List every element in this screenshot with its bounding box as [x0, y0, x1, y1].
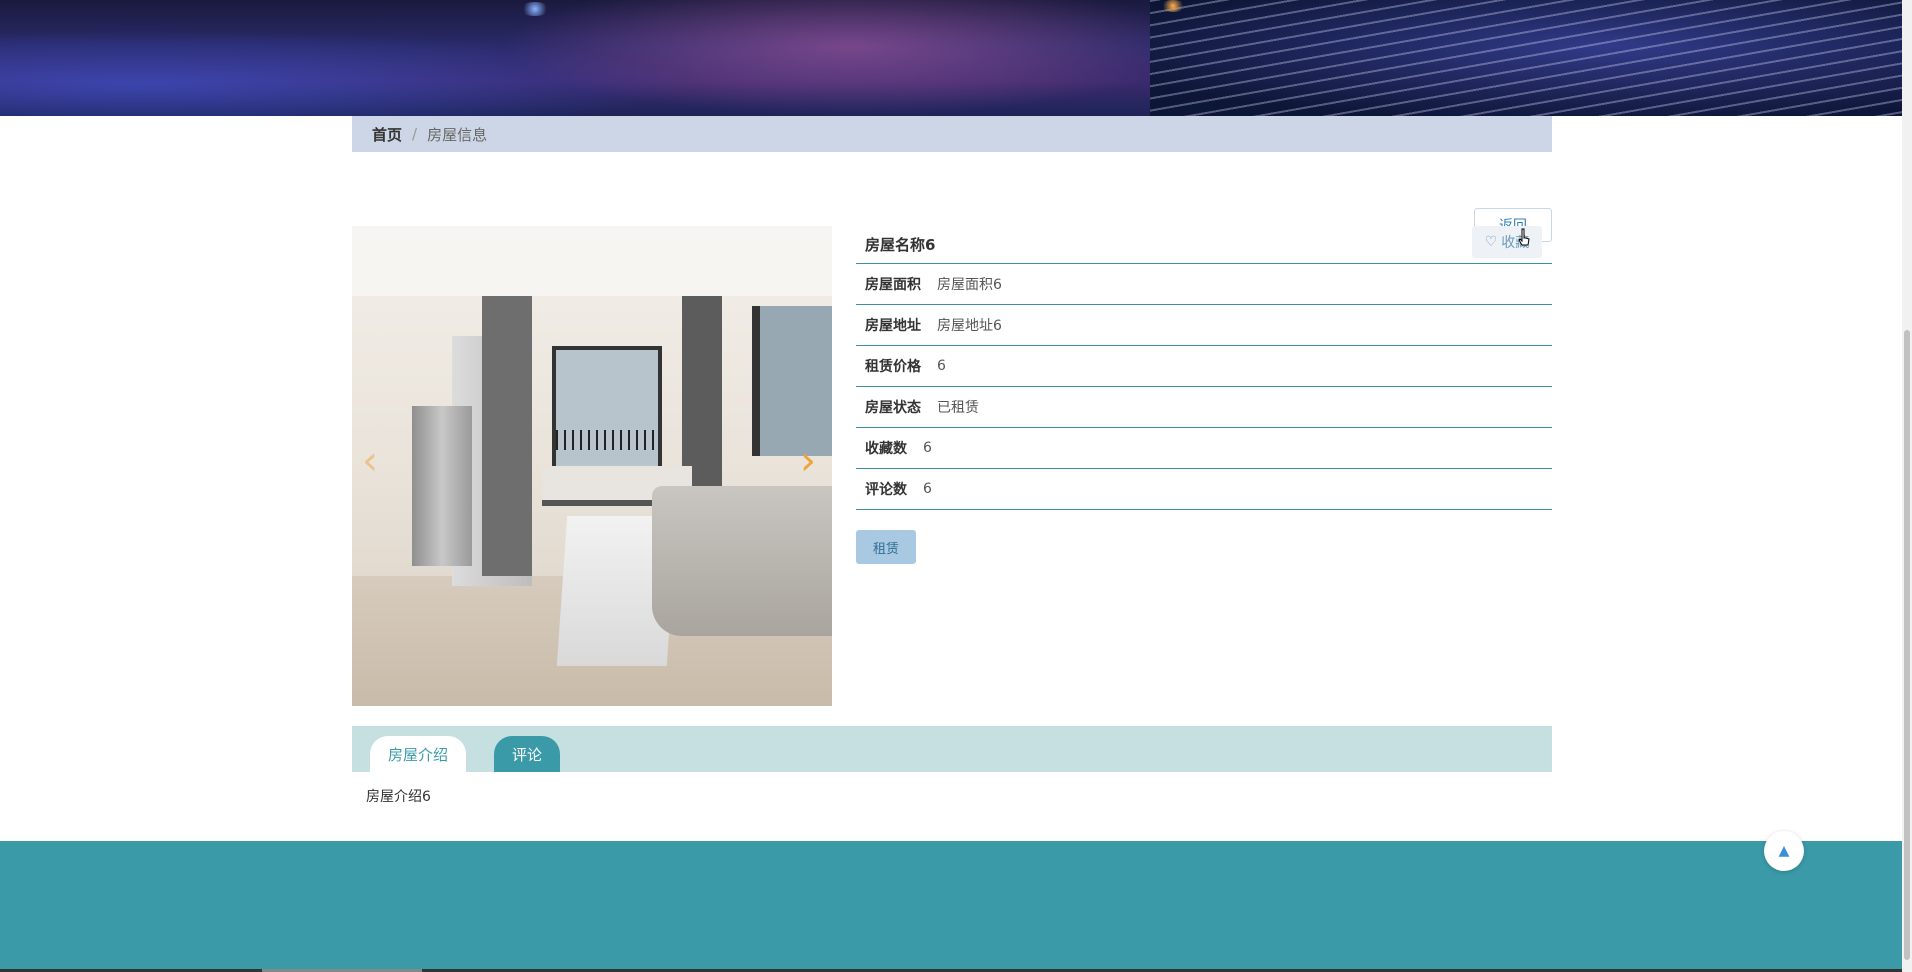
tab-intro[interactable]: 房屋介绍 — [370, 736, 467, 772]
info-label: 房屋地址 — [865, 318, 921, 334]
house-name-row: 房屋名称6 ♡ 收藏 — [856, 226, 1552, 264]
favorite-button[interactable]: ♡ 收藏 — [1472, 226, 1542, 258]
info-label: 租赁价格 — [865, 359, 921, 375]
photo-balcony-rail — [556, 430, 658, 450]
photo-window — [752, 306, 832, 456]
info-value: 房屋地址6 — [937, 318, 1002, 334]
banner-glow — [500, 0, 1200, 116]
mouse-cursor-icon — [1518, 228, 1530, 246]
house-photo-carousel[interactable]: ‹ › — [352, 226, 832, 706]
banner-light — [520, 2, 550, 16]
rent-button[interactable]: 租赁 — [856, 530, 916, 564]
carousel-next-icon[interactable]: › — [796, 441, 820, 481]
back-row: 返回 — [352, 152, 1552, 242]
info-row-comments: 评论数 6 — [856, 469, 1552, 510]
info-label: 评论数 — [865, 482, 907, 498]
info-row-area: 房屋面积 房屋面积6 — [856, 264, 1552, 305]
footer — [0, 841, 1902, 969]
hero-banner — [0, 0, 1902, 116]
house-detail: ‹ › 房屋名称6 ♡ 收藏 房屋面积 房屋面积6 房屋地址 房屋地址6 租赁价… — [352, 226, 1552, 706]
info-value: 房屋面积6 — [937, 277, 1002, 293]
info-value: 6 — [937, 358, 946, 374]
info-value: 已租赁 — [937, 400, 979, 416]
breadcrumb: 首页 / 房屋信息 — [352, 116, 1552, 152]
banner-water — [1150, 0, 1902, 116]
banner-light — [1160, 0, 1186, 12]
info-label: 房屋状态 — [865, 400, 921, 416]
carousel-prev-icon[interactable]: ‹ — [358, 441, 382, 481]
house-intro-text: 房屋介绍6 — [366, 789, 431, 805]
main-content: 首页 / 房屋信息 返回 ‹ › 房屋名称6 ♡ — [352, 116, 1552, 805]
photo-ceiling — [352, 226, 832, 296]
tab-comments[interactable]: 评论 — [494, 736, 561, 772]
photo-fridge — [412, 406, 472, 566]
breadcrumb-home[interactable]: 首页 — [372, 124, 402, 145]
info-label: 收藏数 — [865, 441, 907, 457]
tabs-bar: 房屋介绍 评论 — [352, 726, 1552, 772]
info-label: 房屋面积 — [865, 277, 921, 293]
heart-icon: ♡ — [1484, 234, 1498, 250]
info-row-favorites: 收藏数 6 — [856, 428, 1552, 469]
info-value: 6 — [923, 440, 932, 456]
house-info: 房屋名称6 ♡ 收藏 房屋面积 房屋面积6 房屋地址 房屋地址6 租赁价格 6 … — [856, 226, 1552, 564]
info-value: 6 — [923, 481, 932, 497]
arrow-up-icon: ▲ — [1778, 843, 1790, 859]
info-row-price: 租赁价格 6 — [856, 346, 1552, 387]
vertical-scrollbar[interactable] — [1902, 0, 1912, 972]
photo-sofa — [652, 486, 832, 636]
breadcrumb-separator: / — [412, 125, 418, 143]
info-row-address: 房屋地址 房屋地址6 — [856, 305, 1552, 346]
photo-window — [552, 346, 662, 486]
scrollbar-thumb[interactable] — [1904, 330, 1910, 960]
info-row-status: 房屋状态 已租赁 — [856, 387, 1552, 428]
photo-curtain — [482, 296, 532, 576]
back-to-top-button[interactable]: ▲ — [1764, 831, 1804, 871]
house-name: 房屋名称6 — [865, 236, 936, 254]
breadcrumb-current: 房屋信息 — [427, 125, 488, 144]
